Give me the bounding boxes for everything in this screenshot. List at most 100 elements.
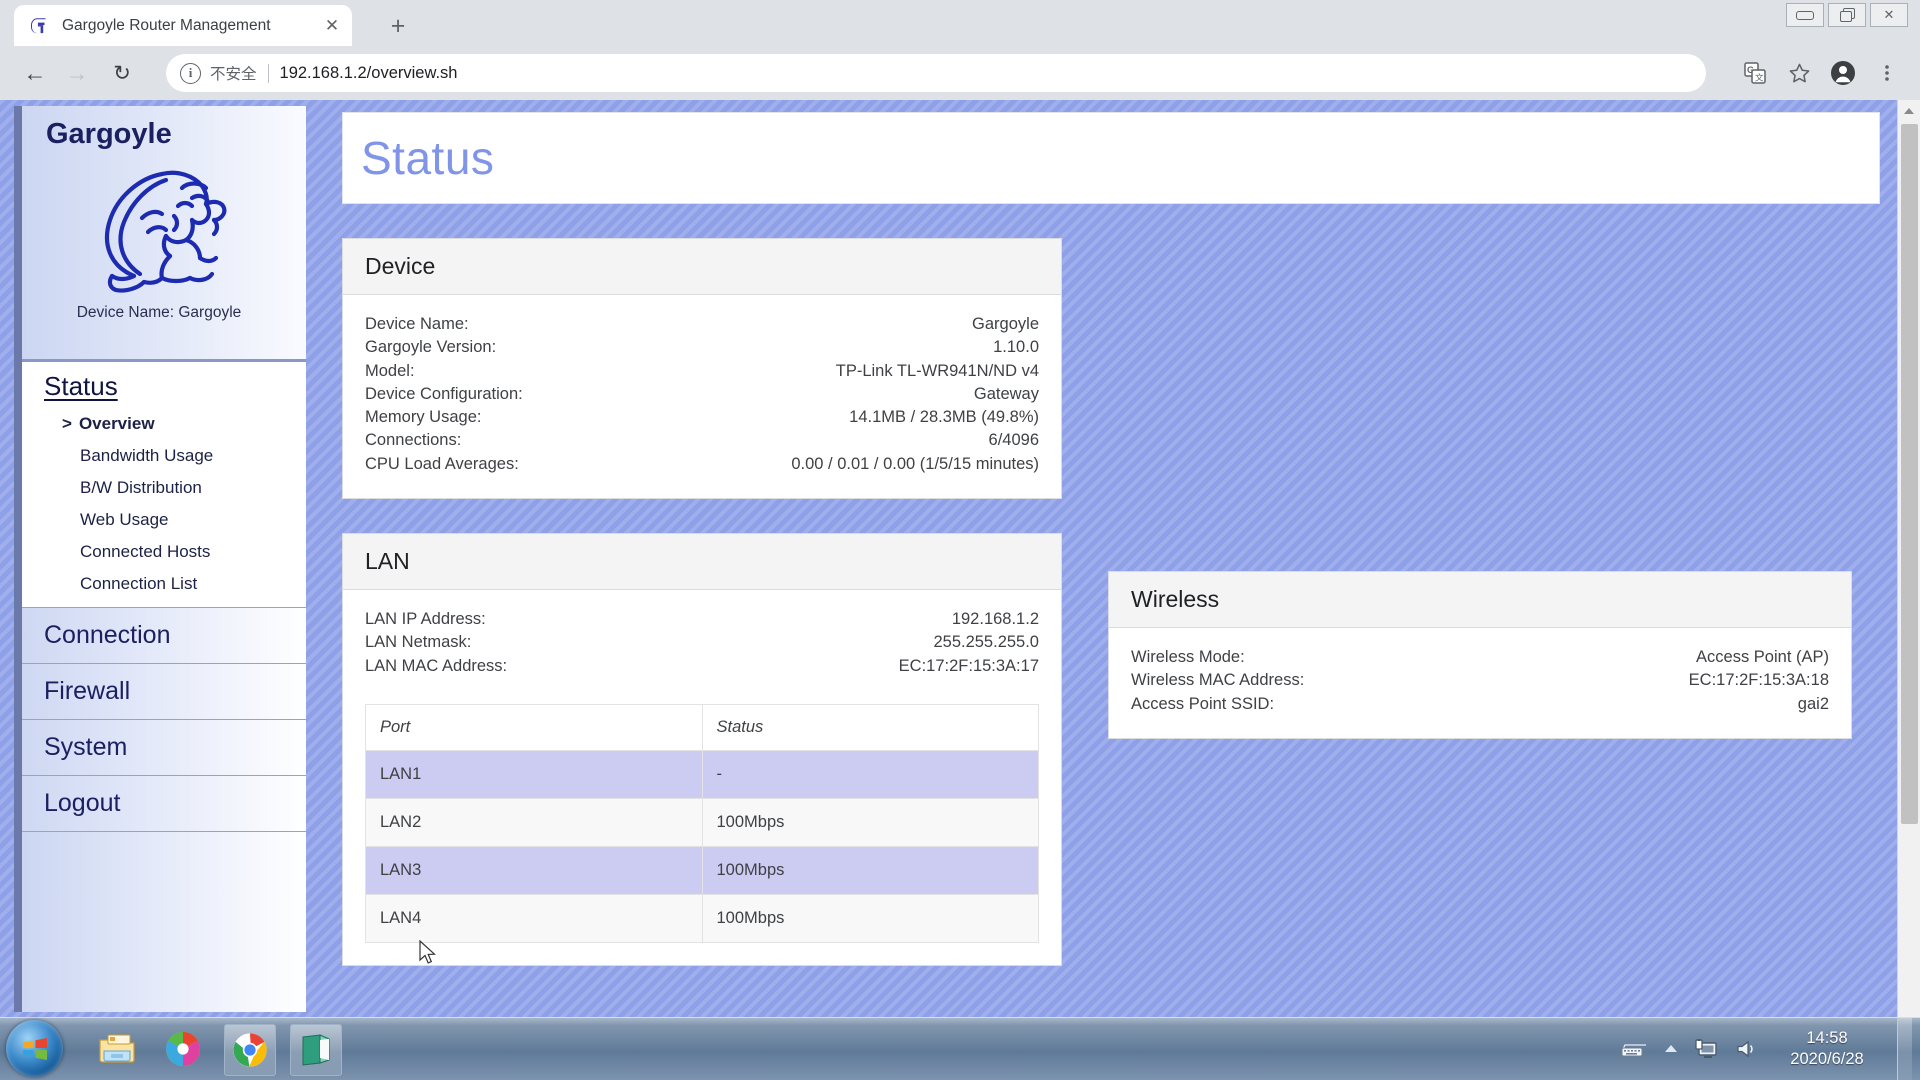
info-row: Gargoyle Version:1.10.0 xyxy=(365,336,1039,359)
info-icon[interactable]: i xyxy=(180,63,201,84)
start-orb-icon[interactable] xyxy=(6,1020,63,1077)
clock-date: 2020/6/28 xyxy=(1773,1049,1881,1070)
column-header-status: Status xyxy=(702,704,1039,750)
info-row: Device Configuration:Gateway xyxy=(365,383,1039,406)
window-close-button[interactable]: ✕ xyxy=(1870,3,1908,27)
cell-status: 100Mbps xyxy=(702,894,1039,942)
chrome-canary-icon[interactable] xyxy=(158,1024,208,1074)
table-row: LAN2100Mbps xyxy=(366,798,1039,846)
sidebar-group-logout[interactable]: Logout xyxy=(22,775,306,832)
lan-panel: LAN LAN IP Address:192.168.1.2 LAN Netma… xyxy=(342,533,1062,966)
cell-port: LAN4 xyxy=(366,894,703,942)
info-key: Device Name: xyxy=(365,313,469,336)
page-title-card: Status xyxy=(342,112,1880,204)
more-menu-icon[interactable] xyxy=(1868,54,1906,92)
chrome-icon[interactable] xyxy=(224,1024,276,1076)
scroll-up-arrow-icon[interactable] xyxy=(1898,100,1920,122)
device-panel: Device Device Name:Gargoyle Gargoyle Ver… xyxy=(342,238,1062,499)
cell-status: 100Mbps xyxy=(702,846,1039,894)
info-key: CPU Load Averages: xyxy=(365,453,519,476)
info-key: Device Configuration: xyxy=(365,383,523,406)
cell-port: LAN1 xyxy=(366,750,703,798)
close-icon[interactable]: ✕ xyxy=(318,12,346,40)
info-row: Memory Usage: 14.1MB / 28.3MB (49.8%) xyxy=(365,406,1039,429)
sidebar-section-status[interactable]: Status xyxy=(22,362,306,408)
volume-icon[interactable] xyxy=(1735,1039,1757,1059)
back-button[interactable]: ← xyxy=(16,54,54,92)
sidebar-item-bandwidth-usage[interactable]: Bandwidth Usage xyxy=(22,440,306,472)
info-value: Gargoyle xyxy=(972,313,1039,336)
sidebar-item-overview[interactable]: >Overview xyxy=(22,408,306,440)
reload-button[interactable]: ↻ xyxy=(103,54,141,92)
browser-tab[interactable]: Gargoyle Router Management ✕ xyxy=(14,5,352,46)
info-key: Access Point SSID: xyxy=(1131,693,1274,716)
sidebar-group-system[interactable]: System xyxy=(22,719,306,776)
info-value: 0.00 / 0.01 / 0.00 (1/5/15 minutes) xyxy=(791,453,1039,476)
forward-button[interactable]: → xyxy=(58,54,96,92)
sidebar-brand: Gargoyle xyxy=(22,106,306,362)
caret-icon: > xyxy=(62,414,72,433)
main-content: Status Device Device Name:Gargoyle Gargo… xyxy=(342,106,1880,966)
info-value: EC:17:2F:15:3A:17 xyxy=(899,655,1039,678)
table-row: LAN1- xyxy=(366,750,1039,798)
mouse-cursor xyxy=(419,940,439,968)
info-row: LAN Netmask:255.255.255.0 xyxy=(365,631,1039,654)
info-value: 255.255.255.0 xyxy=(933,631,1039,654)
info-key: Wireless MAC Address: xyxy=(1131,669,1304,692)
sidebar-item-web-usage[interactable]: Web Usage xyxy=(22,504,306,536)
translate-icon[interactable]: G 文 xyxy=(1736,54,1774,92)
lan-panel-body: LAN IP Address:192.168.1.2 LAN Netmask:2… xyxy=(343,590,1061,965)
browser-window: Gargoyle Router Management ✕ + ✕ ← → ↻ i… xyxy=(0,0,1920,1018)
info-value: 14.1MB / 28.3MB (49.8%) xyxy=(849,406,1039,429)
table-row: LAN4100Mbps xyxy=(366,894,1039,942)
new-tab-button[interactable]: + xyxy=(382,10,414,42)
scrollbar-thumb[interactable] xyxy=(1901,124,1918,824)
wireless-panel-body: Wireless Mode:Access Point (AP) Wireless… xyxy=(1109,628,1851,738)
info-row: CPU Load Averages: 0.00 / 0.01 / 0.00 (1/… xyxy=(365,453,1039,476)
sidebar-status-menu: Status >Overview Bandwidth Usage B/W Dis… xyxy=(22,362,306,608)
lan-port-table: Port Status LAN1- LAN2100Mbps LAN3100Mbp… xyxy=(365,704,1039,943)
info-row: Wireless Mode:Access Point (AP) xyxy=(1131,646,1829,669)
bookmark-star-icon[interactable] xyxy=(1780,54,1818,92)
info-row: LAN IP Address:192.168.1.2 xyxy=(365,608,1039,631)
info-key: Wireless Mode: xyxy=(1131,646,1245,669)
lan-panel-heading: LAN xyxy=(343,534,1061,590)
show-desktop-button[interactable] xyxy=(1897,1018,1912,1080)
clock-time: 14:58 xyxy=(1773,1028,1881,1049)
info-key: Gargoyle Version: xyxy=(365,336,496,359)
profile-avatar-icon[interactable] xyxy=(1824,54,1862,92)
cell-status: 100Mbps xyxy=(702,798,1039,846)
show-hidden-icons-arrow[interactable] xyxy=(1663,1043,1679,1055)
sidebar-item-connected-hosts[interactable]: Connected Hosts xyxy=(22,536,306,568)
file-explorer-icon[interactable] xyxy=(92,1024,142,1074)
cell-port: LAN3 xyxy=(366,846,703,894)
minimize-button[interactable] xyxy=(1786,3,1824,27)
info-key: LAN MAC Address: xyxy=(365,655,507,678)
sidebar-item-connection-list[interactable]: Connection List xyxy=(22,568,306,600)
wireless-panel-heading: Wireless xyxy=(1109,572,1851,628)
info-row: Model:TP-Link TL-WR941N/ND v4 xyxy=(365,360,1039,383)
info-key: Model: xyxy=(365,360,415,383)
left-column: Device Device Name:Gargoyle Gargoyle Ver… xyxy=(342,204,1062,966)
restore-button[interactable] xyxy=(1828,3,1866,27)
security-label: 不安全 xyxy=(210,62,257,84)
gargoyle-g-icon xyxy=(30,16,50,36)
sidebar-group-firewall[interactable]: Firewall xyxy=(22,663,306,720)
address-bar[interactable]: i 不安全 192.168.1.2/overview.sh xyxy=(166,54,1706,92)
table-header-row: Port Status xyxy=(366,704,1039,750)
network-icon[interactable] xyxy=(1695,1038,1719,1060)
ime-keyboard-icon[interactable] xyxy=(1621,1040,1647,1058)
info-key: LAN IP Address: xyxy=(365,608,486,631)
info-key: Memory Usage: xyxy=(365,406,481,429)
sidebar-item-bw-distribution[interactable]: B/W Distribution xyxy=(22,472,306,504)
page-title: Status xyxy=(361,131,494,185)
info-value: gai2 xyxy=(1798,693,1829,716)
wireless-panel: Wireless Wireless Mode:Access Point (AP)… xyxy=(1108,571,1852,739)
vertical-scrollbar[interactable] xyxy=(1897,100,1920,1018)
info-value: 6/4096 xyxy=(989,429,1039,452)
taskbar-clock[interactable]: 14:58 2020/6/28 xyxy=(1773,1028,1881,1070)
notepad-app-icon[interactable] xyxy=(290,1024,342,1076)
sidebar-group-connection[interactable]: Connection xyxy=(22,607,306,664)
table-row: LAN3100Mbps xyxy=(366,846,1039,894)
right-column: Wireless Wireless Mode:Access Point (AP)… xyxy=(1108,204,1852,739)
